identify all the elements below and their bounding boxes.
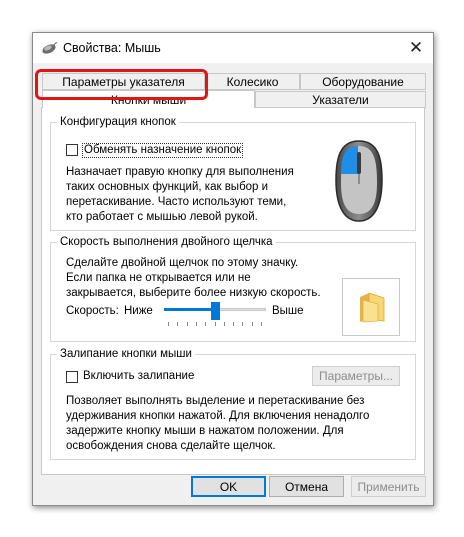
description-line: Если папка не открывается или не [66,272,251,284]
close-icon: ✕ [408,38,424,57]
click-lock-description: Позволяет выполнять выделение и перетаск… [66,394,369,454]
tab-pointers-label: Указатели [312,92,369,107]
slider-tick [233,322,234,326]
slider-fill [164,308,215,311]
slider-tick [261,322,262,326]
description-line: таких основных функций, как выбор и [66,181,269,193]
speed-fast-label: Выше [272,305,304,317]
mouse-left-button-icon [332,138,386,224]
description-line: Назначает правую кнопку для выполнения [66,166,294,178]
click-lock-settings-button[interactable]: Параметры... [312,366,400,386]
slider-tick [224,322,225,326]
click-lock-checkbox[interactable] [66,371,78,383]
mouse-app-icon [40,41,58,55]
mouse-properties-window: Свойства: Мышь ✕ Параметры указателя Кол… [32,32,434,506]
slider-thumb[interactable] [211,302,220,320]
slider-tick [177,322,178,326]
slider-tick [215,322,216,326]
highlight-outline [35,69,208,100]
title-bar: Свойства: Мышь ✕ [33,33,433,63]
slider-tick [187,322,188,326]
description-line: перетаскивание. Часто используют теми, [66,196,287,208]
group-click-lock-title: Залипание кнопки мыши [60,348,192,360]
swap-buttons-label[interactable]: Обменять назначение кнопок [82,143,244,158]
tab-hardware[interactable]: Оборудование [300,73,426,90]
swap-buttons-checkbox[interactable] [66,144,78,156]
folder-icon[interactable] [357,291,387,323]
slider-tick [252,322,253,326]
description-line: закрывается, выберите более низкую скоро… [66,287,321,299]
test-folder-box[interactable] [342,278,400,336]
speed-slow-label: Ниже [124,305,153,317]
description-line: Сделайте двойной щелчок по этому значку. [66,257,299,269]
description-line: Позволяет выполнять выделение и перетаск… [66,395,365,407]
description-line: кто работает с мышью левой рукой. [66,211,258,223]
tab-wheel[interactable]: Колесико [205,73,300,90]
description-line: задержите кнопку мыши в нажатом положени… [66,425,344,437]
double-click-speed-slider[interactable] [164,302,266,328]
tab-pointers[interactable]: Указатели [255,91,426,108]
tab-panel-buttons: Конфигурация кнопок Обменять назначение … [41,107,425,475]
double-click-description: Сделайте двойной щелчок по этому значку.… [66,256,321,301]
speed-label: Скорость: [66,305,119,317]
cancel-button[interactable]: Отмена [269,476,344,497]
swap-buttons-description: Назначает правую кнопку для выполнения т… [66,165,294,225]
description-line: освобождения снова сделайте щелчок. [66,440,276,452]
description-line: удерживания кнопки нажатой. Для включени… [66,410,370,422]
slider-tick [242,322,243,326]
slider-tick [196,322,197,326]
slider-tick [168,322,169,326]
apply-button[interactable]: Применить [351,476,426,497]
tab-wheel-label: Колесико [226,74,279,89]
click-lock-label[interactable]: Включить залипание [83,369,194,384]
ok-button[interactable]: OK [191,476,266,497]
window-title: Свойства: Мышь [63,41,161,55]
slider-tick [205,322,206,326]
close-button[interactable]: ✕ [399,33,433,63]
tab-hardware-label: Оборудование [322,74,404,89]
group-double-click-title: Скорость выполнения двойного щелчка [60,236,273,248]
group-button-config-title: Конфигурация кнопок [60,116,176,128]
